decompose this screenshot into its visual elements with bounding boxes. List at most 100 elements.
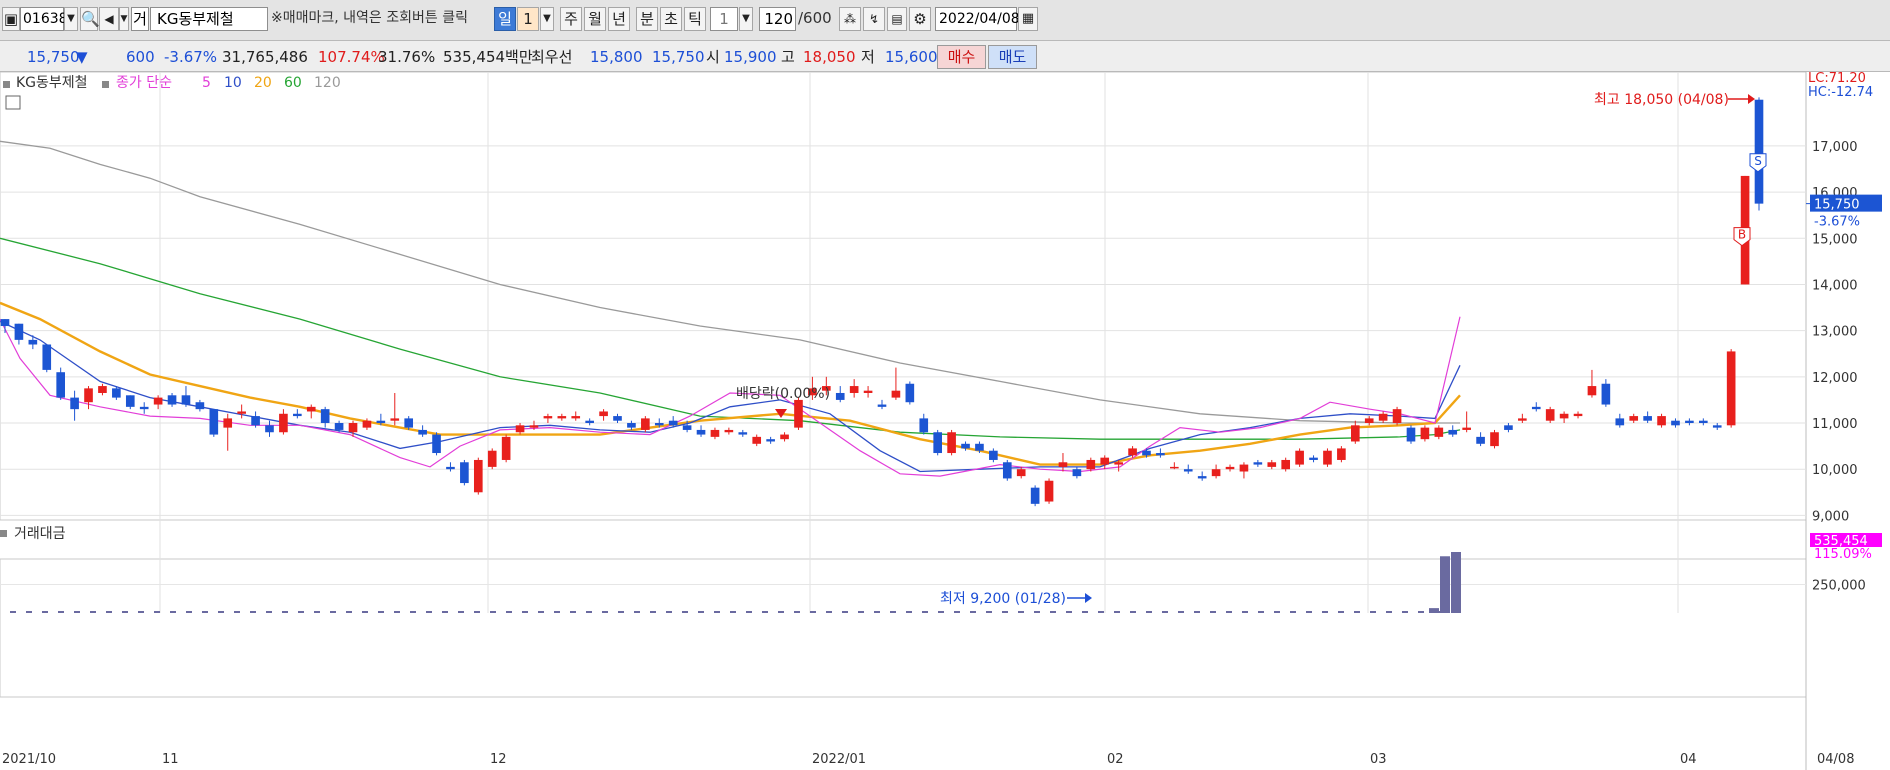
candle-body <box>1002 462 1012 479</box>
volume-bar <box>1162 611 1168 613</box>
period-tick-button[interactable]: 틱 <box>684 7 706 31</box>
buy-button[interactable]: 매수 <box>937 45 986 69</box>
volume-bar <box>922 611 928 613</box>
volume-bar <box>1290 611 1296 613</box>
interval-input[interactable]: 1 <box>710 7 738 31</box>
candle-body <box>1058 462 1068 467</box>
indicator-icon[interactable]: ↯ <box>863 7 885 31</box>
volume-bar <box>1338 611 1344 613</box>
volume-bar <box>10 611 16 613</box>
overlay-icon[interactable]: ⁂ <box>839 7 861 31</box>
search-icon[interactable]: 🔍 <box>80 7 100 31</box>
candle-body <box>863 390 873 393</box>
volume-bar <box>1402 611 1408 613</box>
volume-bar <box>218 611 224 613</box>
volume-bar <box>762 611 768 613</box>
volume-bar <box>634 611 640 613</box>
legend-ma-label: 종가 단순 <box>116 75 172 91</box>
interval-dropdown-icon[interactable]: ▼ <box>739 7 753 31</box>
candle-body <box>404 418 414 428</box>
volume-bar <box>1114 611 1120 613</box>
volume-bar <box>714 611 720 613</box>
period-month-button[interactable]: 월 <box>584 7 606 31</box>
count-input[interactable]: 120 <box>759 7 796 31</box>
candle <box>42 344 52 373</box>
save-icon[interactable]: ▤ <box>887 7 907 31</box>
candle-body <box>112 388 121 398</box>
stock-code-input[interactable]: 016380 <box>20 7 76 31</box>
volume-bar <box>538 611 544 613</box>
candle <box>1044 478 1054 504</box>
period-day-value[interactable]: 1 <box>517 7 539 31</box>
period-year-button[interactable]: 년 <box>608 7 630 31</box>
code-dropdown-icon[interactable]: ▼ <box>64 7 78 31</box>
y-tick-label: 12,000 <box>1812 371 1858 386</box>
x-tick-label: 04 <box>1680 752 1697 767</box>
legend-square-icon <box>102 81 109 88</box>
x-tick-label: 03 <box>1370 752 1387 767</box>
volume-bar <box>826 611 832 613</box>
candle-body <box>1350 425 1360 442</box>
sell-button[interactable]: 매도 <box>988 45 1037 69</box>
volume-bar <box>154 611 160 613</box>
period-day-button[interactable]: 일 <box>494 7 516 31</box>
y-tick-label: 13,000 <box>1812 325 1858 340</box>
volume-bar <box>1354 611 1360 613</box>
y-tick-label: 9,000 <box>1812 509 1849 524</box>
volume-bar <box>74 611 80 613</box>
volume-bar <box>90 611 96 613</box>
candle <box>1490 429 1499 449</box>
candle-body <box>195 402 205 410</box>
candle <box>1392 406 1402 426</box>
candle-body <box>905 383 915 403</box>
candle-body <box>1156 453 1165 456</box>
candle-body <box>1183 469 1193 472</box>
volume-bar <box>954 611 960 613</box>
candle-body <box>933 432 942 454</box>
date-input[interactable]: 2022/04/08 <box>935 7 1020 31</box>
volume-bar <box>570 611 576 613</box>
calendar-icon[interactable]: ▦ <box>1018 7 1038 31</box>
window-icon[interactable]: ▣ <box>2 7 20 31</box>
volume-bar <box>602 611 608 613</box>
candle-body <box>1462 427 1471 430</box>
volume-bar <box>586 611 592 613</box>
candle-body <box>223 418 233 428</box>
candle-body <box>1170 466 1179 469</box>
period-dropdown-icon[interactable]: ▼ <box>540 7 554 31</box>
candle-body <box>153 397 163 405</box>
candle-body <box>515 425 525 433</box>
candle-body <box>1754 99 1764 204</box>
period-second-button[interactable]: 초 <box>660 7 682 31</box>
volume-bar <box>1226 611 1232 613</box>
quote-bar: 15,750 ▼ 600 -3.67% 31,765,486 107.74% 3… <box>0 41 1890 72</box>
candle-body <box>209 409 219 435</box>
stock-name-field[interactable]: KG동부제철 <box>150 7 268 31</box>
candle-body <box>348 423 358 433</box>
volume-bar <box>938 611 944 613</box>
volume-bar <box>314 611 320 613</box>
candle <box>432 432 441 456</box>
period-minute-button[interactable]: 분 <box>636 7 658 31</box>
lc-label: LC:71.20 <box>1808 72 1866 86</box>
candle-body <box>293 413 302 417</box>
candle <box>56 367 65 400</box>
gear-icon[interactable]: ⚙ <box>909 7 931 31</box>
volume-bar <box>890 611 896 613</box>
candle <box>1295 448 1304 467</box>
candle <box>209 409 219 437</box>
volume-bar <box>1451 552 1461 613</box>
volume-bar <box>1386 611 1392 613</box>
legend-ma-20: 20 <box>254 75 272 91</box>
speaker-dropdown-icon[interactable]: ▼ <box>119 7 129 31</box>
candle-body <box>1587 386 1597 396</box>
x-tick-label: 02 <box>1107 752 1124 767</box>
period-week-button[interactable]: 주 <box>560 7 582 31</box>
speaker-icon[interactable]: ◀ <box>99 7 119 31</box>
volume-bar <box>1242 611 1248 613</box>
volume-tick-label: 250,000 <box>1812 579 1866 594</box>
candle-body <box>961 443 970 449</box>
volume-bar <box>666 611 672 613</box>
candle-body <box>1364 418 1374 424</box>
candle-body <box>446 466 455 470</box>
